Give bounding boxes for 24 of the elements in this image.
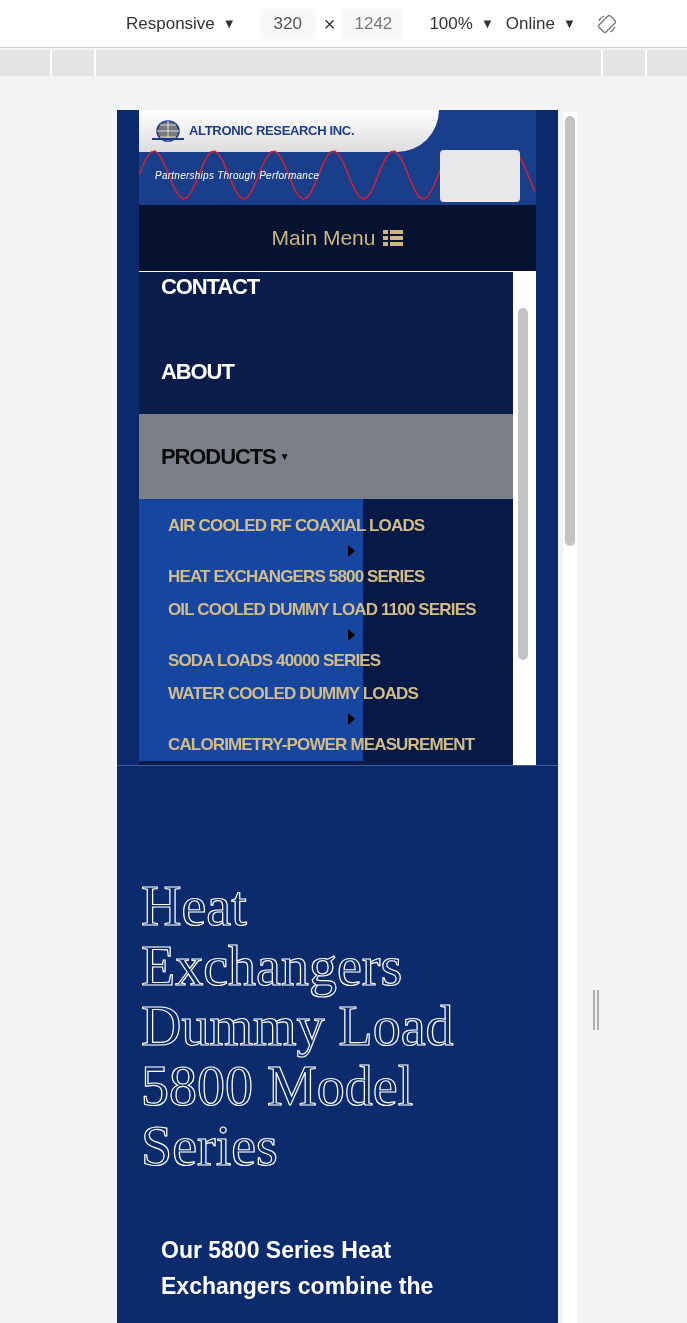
- brand-name: ALTRONIC RESEARCH INC.: [189, 122, 355, 141]
- list-icon: [383, 230, 404, 246]
- submenu-link[interactable]: WATER COOLED DUMMY LOADS: [168, 677, 513, 710]
- globe-logo-icon: [151, 119, 185, 143]
- nav-link[interactable]: PRODUCTS ▼: [139, 414, 513, 499]
- resize-handle-icon[interactable]: [592, 990, 600, 1030]
- caret-icon: ▼: [279, 449, 289, 464]
- height-field[interactable]: 1242: [343, 8, 404, 39]
- submenu-link[interactable]: HEAT EXCHANGERS 5800 SERIES: [168, 560, 513, 593]
- device-dropdown[interactable]: Responsive ▼: [126, 10, 236, 37]
- nav-link[interactable]: CONTACT: [139, 272, 513, 329]
- submenu-link[interactable]: CALORIMETRY-POWER MEASUREMENT: [168, 728, 513, 761]
- hero-title: Heat Exchangers Dummy Load 5800 Model Series: [141, 876, 455, 1176]
- main-menu-button[interactable]: Main Menu: [139, 205, 536, 271]
- rotate-icon[interactable]: [595, 12, 618, 35]
- width-field[interactable]: 320: [259, 8, 316, 39]
- network-dropdown[interactable]: Online ▼: [505, 10, 576, 37]
- submenu-link[interactable]: AIR COOLED RF COAXIAL LOADS: [168, 509, 513, 542]
- hero-paragraph: Our 5800 Series Heat Exchangers combine the: [161, 1236, 435, 1301]
- submenu-link[interactable]: OIL COOLED DUMMY LOAD 1100 SERIES: [168, 593, 513, 626]
- zoom-dropdown[interactable]: 100% ▼: [429, 10, 494, 37]
- nav-link[interactable]: ABOUT: [139, 329, 513, 414]
- submenu-link[interactable]: SODA LOADS 40000 SERIES: [168, 644, 513, 677]
- times-sign: ×: [323, 11, 336, 37]
